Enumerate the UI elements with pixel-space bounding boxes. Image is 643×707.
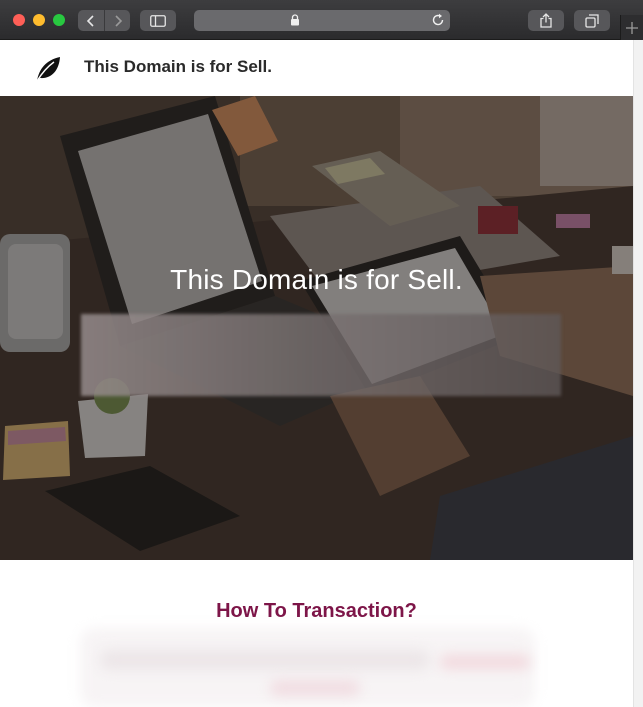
page-scrollbar[interactable]: [633, 40, 643, 707]
tab-overview-button[interactable]: [574, 10, 610, 31]
lock-icon: [291, 14, 299, 26]
share-button[interactable]: [528, 10, 564, 31]
browser-toolbar: [0, 0, 643, 40]
chevron-left-icon: [86, 14, 94, 27]
minimize-window-button[interactable]: [33, 14, 45, 26]
transaction-section-title: How To Transaction?: [216, 600, 417, 622]
close-window-button[interactable]: [13, 14, 25, 26]
tabs-overview-icon: [585, 13, 599, 28]
transaction-blurred-highlight: [440, 655, 530, 669]
chevron-right-icon: [114, 14, 122, 27]
sidebar-icon: [150, 14, 166, 27]
transaction-blurred-text: [100, 650, 430, 670]
hero-title: This Domain is for Sell.: [170, 264, 463, 295]
sidebar-button[interactable]: [140, 10, 176, 31]
zoom-window-button[interactable]: [53, 14, 65, 26]
share-icon: [540, 13, 552, 28]
leaf-icon: [36, 57, 60, 82]
reload-icon[interactable]: [431, 13, 445, 27]
hero-blurred-content: [81, 314, 561, 396]
hero-banner: This Domain is for Sell.: [0, 96, 633, 560]
transaction-blurred-button: [270, 680, 360, 696]
back-button[interactable]: [78, 10, 104, 31]
address-bar[interactable]: [194, 10, 450, 31]
site-title[interactable]: This Domain is for Sell.: [84, 57, 272, 77]
plus-icon: [626, 21, 638, 34]
new-tab-button[interactable]: [620, 15, 643, 40]
navigation-buttons: [78, 10, 130, 31]
forward-button[interactable]: [104, 10, 130, 31]
